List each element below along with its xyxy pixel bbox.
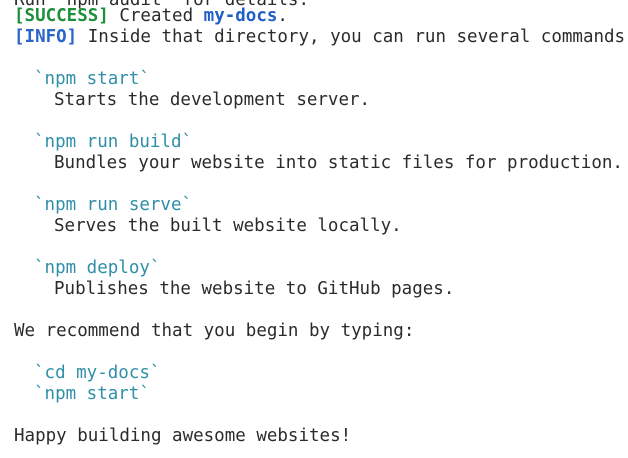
info-tag: [INFO] (14, 27, 78, 47)
command-npm-start: `npm start` (34, 69, 150, 89)
command-desc-build: Bundles your website into static files f… (54, 153, 623, 173)
info-line: [INFO] Inside that directory, you can ru… (14, 27, 628, 48)
project-name: my-docs (203, 6, 278, 26)
command-npm-run-build: `npm run build` (34, 132, 193, 152)
begin-command-cd: `cd my-docs` (34, 363, 161, 383)
begin-command-start: `npm start` (34, 384, 150, 404)
success-text: Created (108, 6, 204, 26)
command-desc-deploy: Publishes the website to GitHub pages. (54, 279, 455, 299)
farewell-line: Happy building awesome websites! (14, 426, 352, 446)
success-tag: [SUCCESS] (14, 6, 109, 26)
success-line: [SUCCESS] Created my-docs. (14, 6, 288, 27)
command-desc-start: Starts the development server. (54, 90, 371, 110)
recommend-line: We recommend that you begin by typing: (14, 321, 415, 341)
command-npm-deploy: `npm deploy` (34, 258, 161, 278)
terminal-output: Run `npm audit` for details. [SUCCESS] C… (0, 0, 628, 458)
command-npm-run-serve: `npm run serve` (34, 195, 193, 215)
info-text: Inside that directory, you can run sever… (77, 27, 628, 47)
success-end: . (277, 6, 288, 26)
command-desc-serve: Serves the built website locally. (54, 216, 402, 236)
